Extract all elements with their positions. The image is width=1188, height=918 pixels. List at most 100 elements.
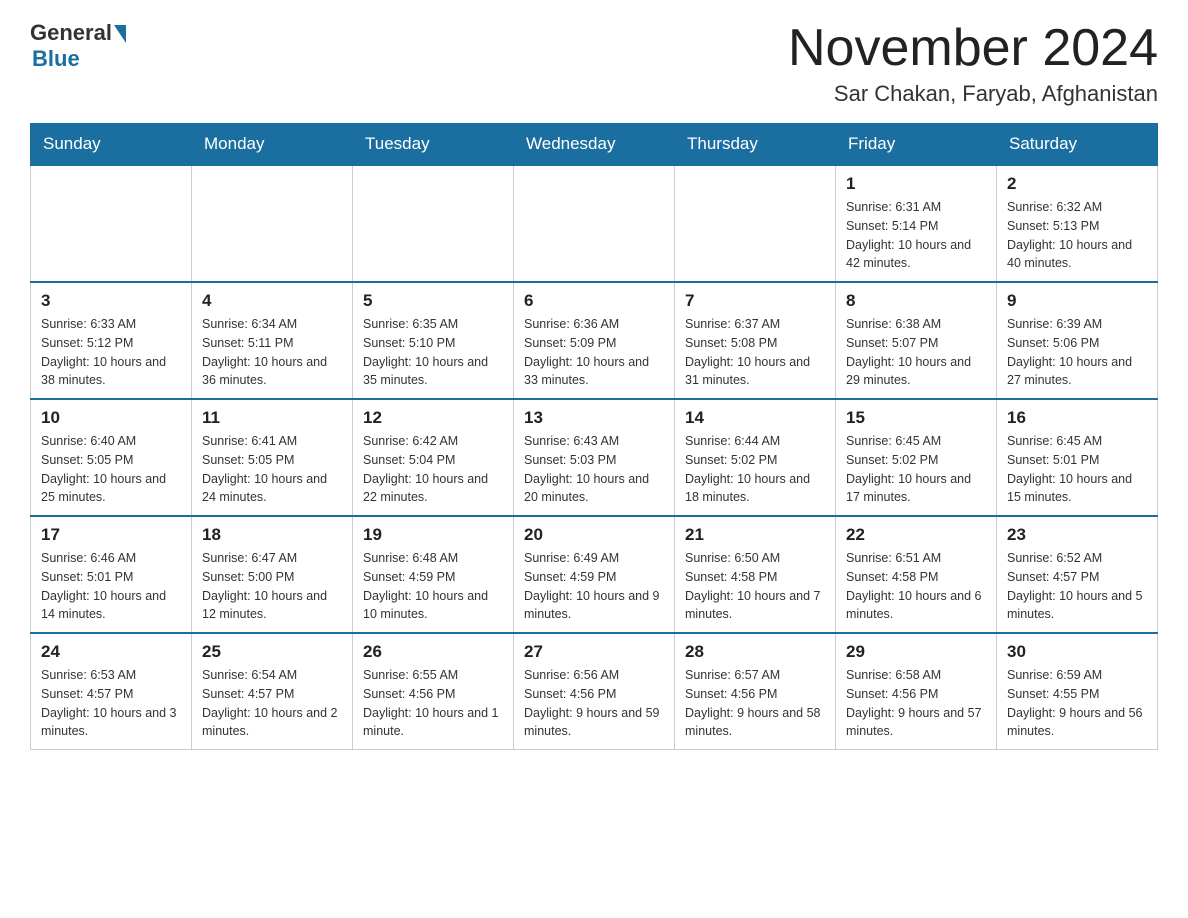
day-number: 27	[524, 642, 664, 662]
calendar-cell: 29 Sunrise: 6:58 AM Sunset: 4:56 PM Dayli…	[836, 633, 997, 750]
calendar-cell: 30 Sunrise: 6:59 AM Sunset: 4:55 PM Dayli…	[997, 633, 1158, 750]
calendar-cell: 11 Sunrise: 6:41 AM Sunset: 5:05 PM Dayli…	[192, 399, 353, 516]
week-row: 10 Sunrise: 6:40 AM Sunset: 5:05 PM Dayli…	[31, 399, 1158, 516]
location-text: Sar Chakan, Faryab, Afghanistan	[788, 81, 1158, 107]
day-info: Sunrise: 6:33 AM Sunset: 5:12 PM Dayligh…	[41, 315, 181, 390]
calendar-cell: 28 Sunrise: 6:57 AM Sunset: 4:56 PM Dayli…	[675, 633, 836, 750]
day-number: 3	[41, 291, 181, 311]
calendar-cell: 9Sunrise: 6:39 AM Sunset: 5:06 PM Daylig…	[997, 282, 1158, 399]
day-info: Sunrise: 6:48 AM Sunset: 4:59 PM Dayligh…	[363, 549, 503, 624]
calendar-header-row: SundayMondayTuesdayWednesdayThursdayFrid…	[31, 124, 1158, 166]
calendar-cell	[192, 165, 353, 282]
day-info: Sunrise: 6:34 AM Sunset: 5:11 PM Dayligh…	[202, 315, 342, 390]
day-of-week-header: Friday	[836, 124, 997, 166]
day-of-week-header: Saturday	[997, 124, 1158, 166]
day-info: Sunrise: 6:44 AM Sunset: 5:02 PM Dayligh…	[685, 432, 825, 507]
week-row: 17Sunrise: 6:46 AM Sunset: 5:01 PM Dayli…	[31, 516, 1158, 633]
calendar-cell: 27 Sunrise: 6:56 AM Sunset: 4:56 PM Dayli…	[514, 633, 675, 750]
calendar-cell: 7 Sunrise: 6:37 AM Sunset: 5:08 PM Daylig…	[675, 282, 836, 399]
calendar-cell: 16 Sunrise: 6:45 AM Sunset: 5:01 PM Dayli…	[997, 399, 1158, 516]
day-of-week-header: Wednesday	[514, 124, 675, 166]
calendar-cell: 4 Sunrise: 6:34 AM Sunset: 5:11 PM Daylig…	[192, 282, 353, 399]
calendar-cell	[514, 165, 675, 282]
calendar-cell: 23 Sunrise: 6:52 AM Sunset: 4:57 PM Dayli…	[997, 516, 1158, 633]
day-info: Sunrise: 6:42 AM Sunset: 5:04 PM Dayligh…	[363, 432, 503, 507]
week-row: 24 Sunrise: 6:53 AM Sunset: 4:57 PM Dayli…	[31, 633, 1158, 750]
day-number: 17	[41, 525, 181, 545]
day-info: Sunrise: 6:51 AM Sunset: 4:58 PM Dayligh…	[846, 549, 986, 624]
day-number: 30	[1007, 642, 1147, 662]
logo-general-text: General	[30, 20, 112, 46]
calendar-cell: 26 Sunrise: 6:55 AM Sunset: 4:56 PM Dayli…	[353, 633, 514, 750]
calendar-table: SundayMondayTuesdayWednesdayThursdayFrid…	[30, 123, 1158, 750]
day-info: Sunrise: 6:40 AM Sunset: 5:05 PM Dayligh…	[41, 432, 181, 507]
day-info: Sunrise: 6:52 AM Sunset: 4:57 PM Dayligh…	[1007, 549, 1147, 624]
day-info: Sunrise: 6:55 AM Sunset: 4:56 PM Dayligh…	[363, 666, 503, 741]
calendar-cell: 1 Sunrise: 6:31 AM Sunset: 5:14 PM Daylig…	[836, 165, 997, 282]
calendar-cell: 10 Sunrise: 6:40 AM Sunset: 5:05 PM Dayli…	[31, 399, 192, 516]
title-block: November 2024 Sar Chakan, Faryab, Afghan…	[788, 20, 1158, 107]
day-number: 5	[363, 291, 503, 311]
day-info: Sunrise: 6:47 AM Sunset: 5:00 PM Dayligh…	[202, 549, 342, 624]
day-number: 22	[846, 525, 986, 545]
calendar-cell: 15 Sunrise: 6:45 AM Sunset: 5:02 PM Dayli…	[836, 399, 997, 516]
calendar-cell: 20 Sunrise: 6:49 AM Sunset: 4:59 PM Dayli…	[514, 516, 675, 633]
calendar-cell: 8 Sunrise: 6:38 AM Sunset: 5:07 PM Daylig…	[836, 282, 997, 399]
day-number: 8	[846, 291, 986, 311]
month-title: November 2024	[788, 20, 1158, 77]
day-of-week-header: Sunday	[31, 124, 192, 166]
day-number: 20	[524, 525, 664, 545]
day-number: 24	[41, 642, 181, 662]
calendar-cell: 13Sunrise: 6:43 AM Sunset: 5:03 PM Dayli…	[514, 399, 675, 516]
day-of-week-header: Thursday	[675, 124, 836, 166]
day-number: 19	[363, 525, 503, 545]
calendar-cell	[353, 165, 514, 282]
day-info: Sunrise: 6:45 AM Sunset: 5:01 PM Dayligh…	[1007, 432, 1147, 507]
day-number: 7	[685, 291, 825, 311]
day-info: Sunrise: 6:54 AM Sunset: 4:57 PM Dayligh…	[202, 666, 342, 741]
day-info: Sunrise: 6:58 AM Sunset: 4:56 PM Dayligh…	[846, 666, 986, 741]
day-info: Sunrise: 6:37 AM Sunset: 5:08 PM Dayligh…	[685, 315, 825, 390]
day-number: 29	[846, 642, 986, 662]
day-number: 11	[202, 408, 342, 428]
day-info: Sunrise: 6:53 AM Sunset: 4:57 PM Dayligh…	[41, 666, 181, 741]
week-row: 3 Sunrise: 6:33 AM Sunset: 5:12 PM Daylig…	[31, 282, 1158, 399]
day-number: 23	[1007, 525, 1147, 545]
day-info: Sunrise: 6:41 AM Sunset: 5:05 PM Dayligh…	[202, 432, 342, 507]
day-info: Sunrise: 6:59 AM Sunset: 4:55 PM Dayligh…	[1007, 666, 1147, 741]
calendar-cell: 25 Sunrise: 6:54 AM Sunset: 4:57 PM Dayli…	[192, 633, 353, 750]
logo: General Blue	[30, 20, 126, 72]
day-info: Sunrise: 6:56 AM Sunset: 4:56 PM Dayligh…	[524, 666, 664, 741]
day-number: 15	[846, 408, 986, 428]
day-number: 2	[1007, 174, 1147, 194]
calendar-cell: 21Sunrise: 6:50 AM Sunset: 4:58 PM Dayli…	[675, 516, 836, 633]
day-number: 21	[685, 525, 825, 545]
day-info: Sunrise: 6:36 AM Sunset: 5:09 PM Dayligh…	[524, 315, 664, 390]
day-number: 10	[41, 408, 181, 428]
page-header: General Blue November 2024 Sar Chakan, F…	[30, 20, 1158, 107]
calendar-cell: 6Sunrise: 6:36 AM Sunset: 5:09 PM Daylig…	[514, 282, 675, 399]
day-info: Sunrise: 6:39 AM Sunset: 5:06 PM Dayligh…	[1007, 315, 1147, 390]
day-info: Sunrise: 6:31 AM Sunset: 5:14 PM Dayligh…	[846, 198, 986, 273]
day-number: 28	[685, 642, 825, 662]
calendar-cell: 19 Sunrise: 6:48 AM Sunset: 4:59 PM Dayli…	[353, 516, 514, 633]
calendar-cell: 17Sunrise: 6:46 AM Sunset: 5:01 PM Dayli…	[31, 516, 192, 633]
day-number: 16	[1007, 408, 1147, 428]
calendar-cell: 2 Sunrise: 6:32 AM Sunset: 5:13 PM Daylig…	[997, 165, 1158, 282]
day-info: Sunrise: 6:49 AM Sunset: 4:59 PM Dayligh…	[524, 549, 664, 624]
day-info: Sunrise: 6:32 AM Sunset: 5:13 PM Dayligh…	[1007, 198, 1147, 273]
logo-arrow-icon	[114, 25, 126, 43]
day-number: 26	[363, 642, 503, 662]
day-number: 4	[202, 291, 342, 311]
logo-blue-text: Blue	[32, 46, 80, 72]
day-number: 1	[846, 174, 986, 194]
day-info: Sunrise: 6:57 AM Sunset: 4:56 PM Dayligh…	[685, 666, 825, 741]
day-info: Sunrise: 6:45 AM Sunset: 5:02 PM Dayligh…	[846, 432, 986, 507]
calendar-cell	[31, 165, 192, 282]
day-of-week-header: Monday	[192, 124, 353, 166]
calendar-cell: 3 Sunrise: 6:33 AM Sunset: 5:12 PM Daylig…	[31, 282, 192, 399]
day-info: Sunrise: 6:38 AM Sunset: 5:07 PM Dayligh…	[846, 315, 986, 390]
calendar-cell: 5Sunrise: 6:35 AM Sunset: 5:10 PM Daylig…	[353, 282, 514, 399]
day-info: Sunrise: 6:43 AM Sunset: 5:03 PM Dayligh…	[524, 432, 664, 507]
day-number: 25	[202, 642, 342, 662]
